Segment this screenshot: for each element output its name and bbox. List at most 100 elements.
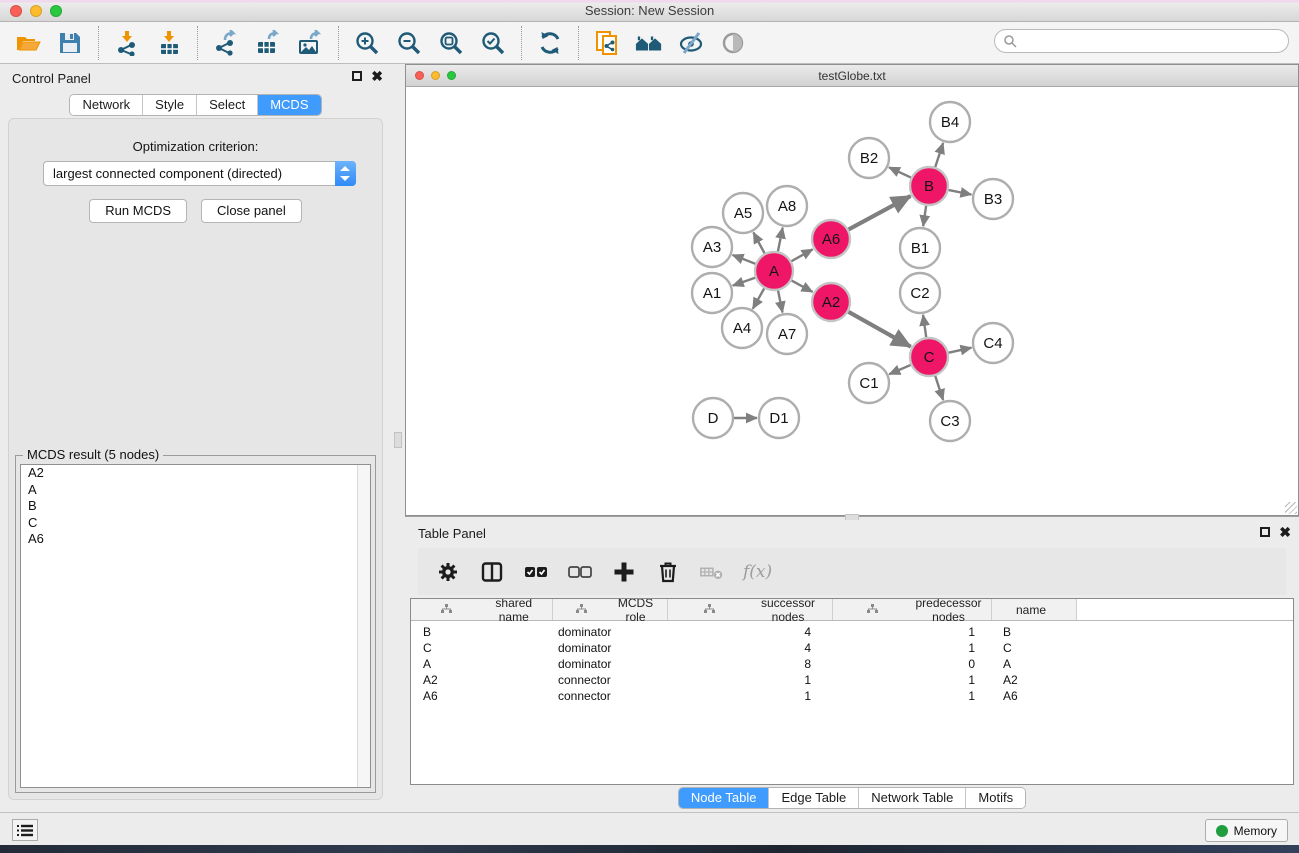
select-all-rows-icon[interactable]	[523, 559, 549, 585]
graph-node-A6[interactable]: A6	[812, 220, 850, 258]
cell-mcds_role[interactable]: dominator	[553, 657, 668, 671]
table-close-icon[interactable]: ✖	[1279, 527, 1291, 537]
graph-node-A2[interactable]: A2	[812, 283, 850, 321]
result-item[interactable]: A6	[21, 531, 370, 548]
table-row[interactable]: A6connector11A6	[411, 688, 1293, 704]
graph-node-A[interactable]: A	[755, 252, 793, 290]
graph-node-A1[interactable]: A1	[692, 273, 732, 313]
refresh-icon[interactable]	[536, 29, 564, 57]
table-float-icon[interactable]	[1260, 527, 1270, 537]
cell-name[interactable]: A2	[992, 673, 1077, 687]
graph-node-C4[interactable]: C4	[973, 323, 1013, 363]
cell-successor_nodes[interactable]: 1	[668, 689, 833, 703]
cell-name[interactable]: A6	[992, 689, 1077, 703]
window-resize-grip[interactable]	[1285, 502, 1297, 514]
column-header-name[interactable]: name	[992, 599, 1077, 620]
edge-B-B2[interactable]	[889, 167, 912, 178]
cell-successor_nodes[interactable]: 8	[668, 657, 833, 671]
task-history-button[interactable]	[12, 819, 38, 841]
graph-node-A7[interactable]: A7	[767, 314, 807, 354]
edge-A-A6[interactable]	[791, 249, 813, 261]
edge-B-B4[interactable]	[935, 143, 943, 168]
edge-C-C1[interactable]	[889, 365, 911, 375]
float-panel-icon[interactable]	[352, 71, 362, 81]
result-item[interactable]: A	[21, 482, 370, 499]
cell-predecessor_nodes[interactable]: 1	[833, 673, 992, 687]
deselect-all-rows-icon[interactable]	[567, 559, 593, 585]
tab-style[interactable]: Style	[142, 95, 196, 115]
delete-column-icon[interactable]	[655, 559, 681, 585]
graph-node-D[interactable]: D	[693, 398, 733, 438]
table-row[interactable]: A2connector11A2	[411, 672, 1293, 688]
function-builder-icon[interactable]: f(x)	[743, 562, 772, 582]
graph-node-B1[interactable]: B1	[900, 228, 940, 268]
network-window-titlebar[interactable]: testGlobe.txt	[406, 65, 1298, 87]
zoom-out-icon[interactable]	[395, 29, 423, 57]
close-panel-button[interactable]: Close panel	[201, 199, 302, 223]
cell-name[interactable]: B	[992, 625, 1077, 639]
import-network-icon[interactable]	[113, 29, 141, 57]
tab-node-table[interactable]: Node Table	[679, 788, 769, 808]
graph-node-C3[interactable]: C3	[930, 401, 970, 441]
memory-button[interactable]: Memory	[1205, 819, 1288, 842]
cell-successor_nodes[interactable]: 4	[668, 641, 833, 655]
edge-A-A1[interactable]	[733, 277, 756, 285]
result-item[interactable]: C	[21, 515, 370, 532]
table-row[interactable]: Adominator80A	[411, 656, 1293, 672]
cell-shared_name[interactable]: C	[411, 641, 553, 655]
edge-C-C4[interactable]	[948, 348, 972, 353]
cell-predecessor_nodes[interactable]: 0	[833, 657, 992, 671]
graph-node-B2[interactable]: B2	[849, 138, 889, 178]
graph-node-B[interactable]: B	[910, 167, 948, 205]
graph-node-A3[interactable]: A3	[692, 227, 732, 267]
export-network-icon[interactable]	[212, 29, 240, 57]
tab-edge-table[interactable]: Edge Table	[768, 788, 858, 808]
edge-B-B1[interactable]	[923, 205, 926, 226]
network-graph[interactable]: B4B2BB3B1A6A5A8A3AA1A4A7A2C2CC4C1C3DD1	[407, 88, 1297, 514]
cell-mcds_role[interactable]: connector	[553, 673, 668, 687]
result-item[interactable]: A2	[21, 465, 370, 482]
edge-B-B3[interactable]	[948, 190, 972, 195]
tab-motifs[interactable]: Motifs	[965, 788, 1025, 808]
tab-mcds[interactable]: MCDS	[257, 95, 320, 115]
run-mcds-button[interactable]: Run MCDS	[89, 199, 187, 223]
cell-predecessor_nodes[interactable]: 1	[833, 641, 992, 655]
tab-network-table[interactable]: Network Table	[858, 788, 965, 808]
edge-A6-B[interactable]	[848, 196, 911, 230]
save-session-icon[interactable]	[56, 29, 84, 57]
graph-node-B4[interactable]: B4	[930, 102, 970, 142]
delete-table-icon[interactable]	[699, 559, 725, 585]
cell-successor_nodes[interactable]: 1	[668, 673, 833, 687]
graph-node-C2[interactable]: C2	[900, 273, 940, 313]
result-list-scrollbar[interactable]	[357, 465, 370, 787]
graph-node-D1[interactable]: D1	[759, 398, 799, 438]
close-panel-icon[interactable]: ✖	[371, 71, 383, 81]
cell-mcds_role[interactable]: connector	[553, 689, 668, 703]
export-image-icon[interactable]	[296, 29, 324, 57]
divider-handle-icon[interactable]	[394, 432, 402, 448]
graph-node-B3[interactable]: B3	[973, 179, 1013, 219]
edge-A2-C[interactable]	[848, 311, 911, 346]
cell-name[interactable]: C	[992, 641, 1077, 655]
table-row[interactable]: Bdominator41B	[411, 624, 1293, 640]
zoom-in-icon[interactable]	[353, 29, 381, 57]
tab-network[interactable]: Network	[70, 95, 142, 115]
graph-node-C1[interactable]: C1	[849, 363, 889, 403]
add-column-icon[interactable]	[611, 559, 637, 585]
column-header-mcds_role[interactable]: MCDS role	[553, 599, 668, 620]
split-panel-icon[interactable]	[479, 559, 505, 585]
cell-mcds_role[interactable]: dominator	[553, 641, 668, 655]
column-header-shared_name[interactable]: shared name	[411, 599, 553, 620]
edge-A-A3[interactable]	[733, 255, 757, 264]
tab-select[interactable]: Select	[196, 95, 257, 115]
edge-A-A7[interactable]	[778, 290, 783, 313]
cell-mcds_role[interactable]: dominator	[553, 625, 668, 639]
edge-A-A5[interactable]	[753, 232, 765, 254]
cell-name[interactable]: A	[992, 657, 1077, 671]
export-table-icon[interactable]	[254, 29, 282, 57]
column-header-successor_nodes[interactable]: successor nodes	[668, 599, 833, 620]
table-row[interactable]: Cdominator41C	[411, 640, 1293, 656]
cell-shared_name[interactable]: A2	[411, 673, 553, 687]
open-session-icon[interactable]	[14, 29, 42, 57]
hide-graphics-details-icon[interactable]	[677, 29, 705, 57]
